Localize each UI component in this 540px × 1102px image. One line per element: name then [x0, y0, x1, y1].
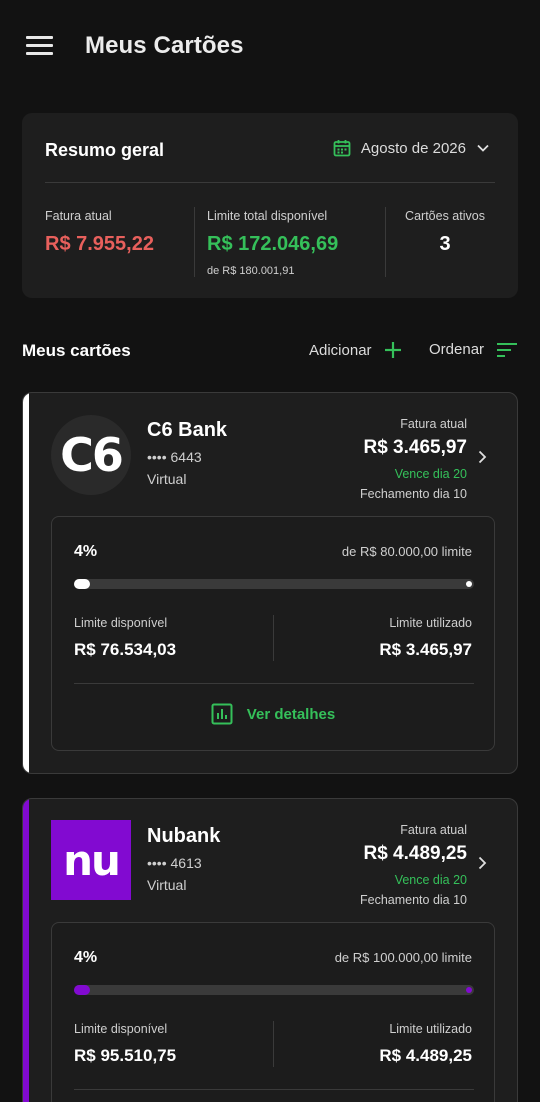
view-details-label: Ver detalhes [246, 705, 336, 723]
current-bill-label: Fatura atual [45, 209, 112, 223]
closing-date: Fechamento dia 10 [359, 487, 467, 501]
usage-progress-bar [74, 579, 474, 589]
active-cards-value: 3 [439, 233, 451, 255]
current-bill-value: R$ 7.955,22 [45, 233, 154, 255]
credit-card-item[interactable]: C6 C6 Bank •••• 6443 Virtual Fatura atua… [22, 392, 518, 774]
chevron-right-icon[interactable] [475, 856, 489, 870]
closing-date: Fechamento dia 10 [359, 893, 467, 907]
chevron-down-icon [477, 144, 489, 152]
used-limit-value: R$ 3.465,97 [379, 640, 472, 659]
available-limit-value: R$ 172.046,69 [207, 233, 339, 255]
due-date: Vence dia 20 [394, 467, 467, 481]
total-limit-text: de R$ 100.000,00 limite [334, 950, 472, 965]
bill-info: Fatura atual R$ 4.489,25 Vence dia 20 Fe… [360, 823, 467, 907]
hamburger-menu-icon[interactable] [26, 36, 53, 56]
current-bill-stat: Fatura atual R$ 7.955,22 [45, 209, 154, 256]
add-card-label: Adicionar [309, 341, 372, 359]
used-limit-label: Limite utilizado [389, 1022, 472, 1036]
limit-panel: 4% de R$ 80.000,00 limite Limite disponí… [51, 516, 495, 751]
bar-chart-icon [211, 703, 233, 725]
view-details-button[interactable]: Ver detalhes [52, 703, 494, 725]
month-label: Agosto de 2026 [360, 139, 466, 157]
used-limit-label: Limite utilizado [389, 616, 472, 630]
usage-progress-bar [74, 985, 474, 995]
bill-value: R$ 3.465,97 [363, 437, 467, 458]
limit-divider [273, 615, 274, 661]
usage-percent: 4% [74, 949, 98, 966]
limit-divider [273, 1021, 274, 1067]
month-selector[interactable]: Agosto de 2026 [333, 139, 490, 157]
card-accent-bar [23, 799, 29, 1102]
plus-icon [384, 342, 401, 358]
limit-divider [74, 683, 474, 684]
card-number: •••• 6443 [147, 449, 202, 465]
used-limit-value: R$ 4.489,25 [379, 1046, 472, 1065]
bill-label: Fatura atual [400, 417, 467, 431]
page-title: Meus Cartões [85, 32, 244, 59]
bill-value: R$ 4.489,25 [363, 843, 467, 864]
summary-title: Resumo geral [45, 140, 165, 160]
card-accent-bar [23, 393, 29, 773]
available-limit-value: R$ 95.510,75 [74, 1046, 177, 1065]
nubank-logo: nu [51, 820, 131, 900]
limit-divider [74, 1089, 474, 1090]
section-title: Meus cartões [22, 341, 131, 360]
bank-name: C6 Bank [147, 419, 228, 441]
progress-end-dot [466, 581, 472, 587]
app-bar: Meus Cartões [0, 0, 540, 92]
calendar-icon [333, 140, 351, 157]
credit-card-item[interactable]: nu Nubank •••• 4613 Virtual Fatura atual… [22, 798, 518, 1102]
due-date: Vence dia 20 [394, 873, 467, 887]
available-limit-label: Limite disponível [74, 616, 168, 630]
sort-icon [497, 342, 518, 357]
stat-divider [194, 207, 195, 277]
sort-label: Ordenar [429, 341, 485, 358]
card-type: Virtual [147, 877, 187, 893]
available-limit-value: R$ 76.534,03 [74, 640, 177, 659]
add-card-button[interactable]: Adicionar [309, 341, 402, 359]
chevron-right-icon[interactable] [475, 450, 489, 464]
bank-name: Nubank [147, 825, 221, 847]
limit-panel: 4% de R$ 100.000,00 limite Limite dispon… [51, 922, 495, 1102]
active-cards-label: Cartões ativos [405, 209, 485, 223]
progress-end-dot [466, 987, 472, 993]
c6-bank-logo: C6 [51, 415, 131, 495]
available-limit-label: Limite disponível [74, 1022, 168, 1036]
usage-progress-fill [74, 985, 90, 995]
total-limit-sub: de R$ 180.001,91 [207, 265, 295, 277]
available-limit-stat: Limite total disponível R$ 172.046,69 de… [207, 209, 338, 277]
total-limit-text: de R$ 80.000,00 limite [341, 544, 472, 559]
card-number: •••• 4613 [147, 855, 202, 871]
bill-info: Fatura atual R$ 3.465,97 Vence dia 20 Fe… [360, 417, 467, 501]
available-limit-label: Limite total disponível [207, 209, 328, 223]
usage-progress-fill [74, 579, 90, 589]
bill-label: Fatura atual [400, 823, 467, 837]
usage-percent: 4% [74, 543, 98, 560]
card-type: Virtual [147, 471, 187, 487]
summary-card: Resumo geral Agosto de 2026 Fatura atual… [22, 113, 518, 298]
sort-button[interactable]: Ordenar [429, 341, 518, 358]
summary-divider [45, 182, 495, 183]
active-cards-stat: Cartões ativos 3 [386, 209, 504, 256]
